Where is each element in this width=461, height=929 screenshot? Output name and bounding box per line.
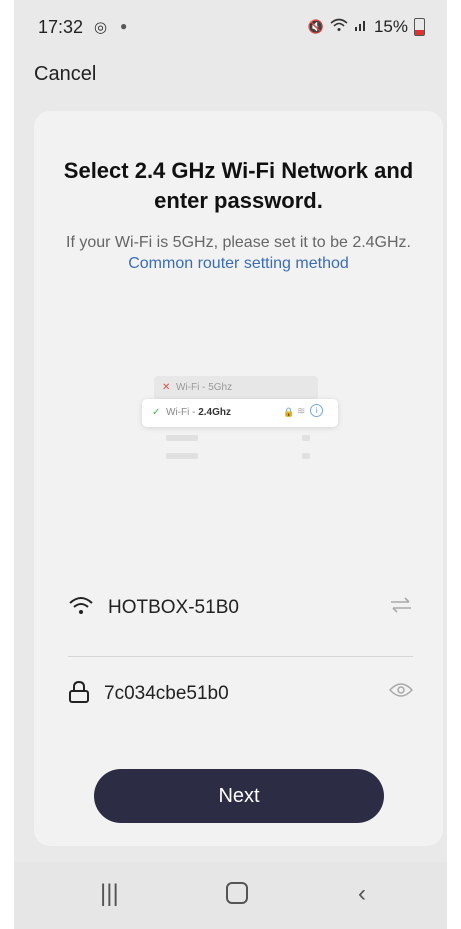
wifi-mini-icon: ≋	[297, 406, 306, 417]
illus-24g-bold: 2.4Ghz	[198, 407, 232, 418]
password-value: 7c034cbe51b0	[104, 683, 229, 704]
illus-24g-prefix: Wi-Fi -	[166, 407, 199, 418]
lock-mini-icon: 🔒	[283, 407, 295, 417]
password-field[interactable]: 7c034cbe51b0	[68, 674, 414, 714]
illus-5g-label: Wi-Fi - 5Ghz	[176, 382, 233, 393]
system-nav-bar: ||| ‹	[14, 862, 447, 929]
page-title: Select 2.4 GHz Wi-Fi Network and enter p…	[63, 158, 414, 213]
battery-percent: 15%	[373, 17, 408, 36]
lock-icon	[68, 680, 90, 709]
router-setting-link[interactable]: Common router setting method	[128, 255, 349, 272]
illus-row-5g: ✕ Wi-Fi - 5Ghz	[154, 376, 318, 400]
show-password-icon[interactable]	[388, 682, 414, 703]
wifi-illustration: ✕ Wi-Fi - 5Ghz ✓ Wi-Fi - 2.4Ghz 🔒 ≋ i	[142, 373, 338, 473]
illus-placeholder	[302, 453, 310, 459]
check-icon: ✓	[152, 407, 161, 418]
illus-placeholder	[166, 453, 198, 459]
next-button[interactable]: Next	[94, 769, 384, 823]
alarm-icon: ◎	[94, 19, 108, 36]
field-divider	[68, 656, 413, 657]
status-time: 17:32	[38, 17, 84, 37]
mute-icon: 🔇	[307, 19, 324, 34]
wifi-setup-screen: 17:32 ◎ ● 🔇 15% Cancel Select 2.4 GHz Wi…	[14, 0, 447, 929]
switch-network-icon[interactable]	[389, 596, 413, 619]
shield-icon: ●	[120, 19, 128, 33]
recent-apps-icon[interactable]: |||	[100, 880, 119, 908]
signal-icon	[354, 17, 368, 37]
setup-card: Select 2.4 GHz Wi-Fi Network and enter p…	[34, 111, 443, 846]
status-icons: 🔇 15%	[308, 17, 425, 37]
cancel-button[interactable]: Cancel	[34, 63, 96, 86]
subtitle: If your Wi-Fi is 5GHz, please set it to …	[64, 232, 413, 274]
cross-icon: ✕	[162, 382, 171, 393]
back-icon[interactable]: ‹	[358, 880, 366, 908]
ssid-value: HOTBOX-51B0	[108, 597, 239, 618]
illus-24g-label: Wi-Fi - 2.4Ghz	[166, 407, 231, 418]
battery-icon	[414, 18, 425, 36]
home-icon[interactable]	[226, 882, 248, 904]
subtitle-text: If your Wi-Fi is 5GHz, please set it to …	[66, 234, 411, 251]
status-bar: 17:32 ◎ ● 🔇 15%	[14, 0, 447, 52]
illus-placeholder	[166, 435, 198, 441]
wifi-status-icon	[330, 17, 348, 37]
info-icon: i	[310, 404, 323, 417]
illus-placeholder	[302, 435, 310, 441]
illus-row-24g: ✓ Wi-Fi - 2.4Ghz 🔒 ≋ i	[142, 399, 338, 427]
ssid-field[interactable]: HOTBOX-51B0	[68, 588, 413, 628]
wifi-icon	[68, 595, 94, 622]
